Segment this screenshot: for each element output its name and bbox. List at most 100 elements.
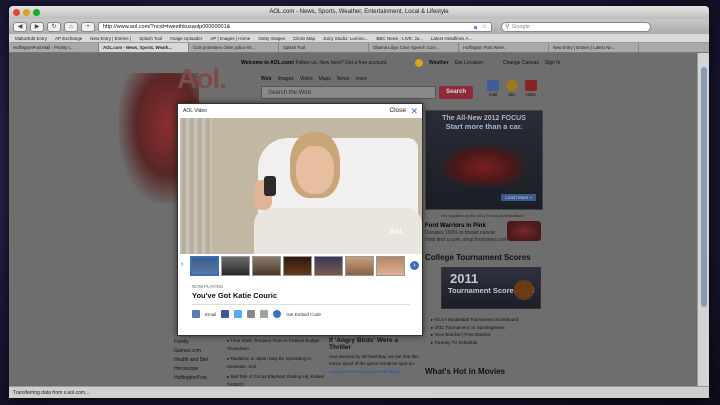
college-link[interactable]: ▸ View Bracket | Print Bracket [431,331,518,339]
browser-search-placeholder: Google [512,23,530,30]
embed-icon[interactable] [273,310,282,318]
weather-label: Weather [429,60,449,66]
change-canvas-link[interactable]: Change Canvas [503,60,539,66]
tab-bar: HuffingtonPost Mail - Priority I... AOL.c… [9,43,709,53]
bookmark-item[interactable]: AP | Images | Home [210,36,250,41]
left-nav-item[interactable]: Horoscope [174,365,208,374]
search-tab[interactable]: Images [277,76,293,82]
browser-tab[interactable]: Huffington Post Wires [459,43,549,52]
close-icon[interactable]: ✕ [410,104,418,118]
bookmark-item[interactable]: AP Exchange [55,36,82,41]
vertical-scrollbar[interactable] [697,53,709,386]
email-link[interactable]: Email [205,312,216,317]
bookmark-item[interactable]: Latest Headlines A... [431,36,472,41]
warriors-promo[interactable]: Ford Warriors in Pink Donates 100% to br… [425,223,507,244]
prev-arrow-icon[interactable]: ‹ [181,259,184,268]
minimize-window-button[interactable] [23,9,30,16]
address-text: http://www.aol.com/?ncid=tweethkusaolp00… [103,23,231,30]
twitter-icon[interactable] [234,310,243,318]
facebook-icon[interactable] [221,310,230,318]
news-item[interactable]: ▸ Bail Tale of Circus Elephant Getting H… [227,373,327,386]
browser-window: AOL.com - News, Sports, Weather, Enterta… [9,6,709,398]
movies-heading[interactable]: What's Hot in Movies [425,367,505,376]
browser-tab[interactable]: Obama Libya Case Speech Com... [369,43,459,52]
search-tab[interactable]: News [337,76,350,82]
left-nav-item[interactable]: Family [174,338,208,347]
reader-icon[interactable]: ☆ [482,23,487,32]
bookmark-item[interactable]: New Entry | Entries | [90,36,131,41]
video-thumbnail[interactable] [345,256,374,276]
browser-tab[interactable]: Splash Tool [279,43,369,52]
college-link[interactable]: ▸ Tourney TV Schedule [431,339,518,347]
video-thumbnail[interactable] [376,256,405,276]
bookmark-item[interactable]: Clicks Map [293,36,315,41]
news-item[interactable]: ▸ Time Shell, Tempers Flare in Federal B… [227,337,327,353]
embed-link[interactable]: Get Embed Code [286,312,321,317]
browser-tab[interactable]: Cuts protesters claim police hit... [189,43,279,52]
browser-tab[interactable]: AOL.com - News, Sports, Weath... [99,43,189,52]
bookmark-item[interactable]: Juicy Studio: Lumino... [323,36,368,41]
back-button[interactable]: ◀ [13,21,27,32]
add-bookmark-button[interactable]: + [81,21,95,32]
video-thumbnail[interactable] [283,256,312,276]
digg-icon[interactable] [247,310,256,318]
ad-footnote[interactable]: Get Updates on the 2012 Focus | AdFeedba… [441,213,523,218]
browser-search-field[interactable]: ⚲ Google [501,21,651,32]
aim-link[interactable]: aim [506,80,518,97]
search-tab[interactable]: Maps [319,76,331,82]
college-heading[interactable]: College Tournament Scores [425,253,531,262]
close-link[interactable]: Close [389,104,406,118]
bookmark-item[interactable]: BBC News - LIVE: Ja... [376,36,423,41]
zoom-window-button[interactable] [33,9,40,16]
forward-button[interactable]: ▶ [30,21,44,32]
rss-icon[interactable]: ◙ [474,24,477,33]
college-link[interactable]: ▸ NCAA Basketball Tournament Scoreboard [431,316,518,324]
ford-focus-ad[interactable]: The All-New 2012 FOCUS Start more than a… [425,110,543,210]
follow-link[interactable]: Follow us. [295,60,318,66]
web-search-input[interactable]: Search the Web [261,86,436,99]
college-link[interactable]: ▸ 2011 Tournament on SportingNews [431,324,518,332]
left-nav-item[interactable]: Games.com [174,347,208,356]
browser-tab[interactable]: New Entry | Entries | Latest Ne... [549,43,639,52]
search-tab[interactable]: Video [300,76,313,82]
angry-more-link[interactable]: Anyone who's played it will laugh [329,369,419,376]
bookmark-item[interactable]: Getty Images [258,36,285,41]
bookmark-item[interactable]: Mabo/Edit Entry [15,36,47,41]
close-window-button[interactable] [13,9,20,16]
sign-in-link[interactable]: Sign In [545,60,561,66]
home-button[interactable]: ⌂ [64,21,78,32]
mail-link[interactable]: mail [487,80,499,97]
next-arrow-icon[interactable]: › [410,261,419,270]
warriors-logo [507,221,541,241]
search-tab[interactable]: more [355,76,366,82]
search-tab[interactable]: Web [261,76,271,82]
left-nav-item[interactable]: HuffingtonPost [174,374,208,383]
left-nav-item[interactable]: Health and Diet [174,356,208,365]
mail-label: mail [488,92,498,97]
free-account-link[interactable]: Get a free account. [345,60,388,66]
email-icon[interactable] [192,310,200,318]
bookmark-item[interactable]: Image Uploader [170,36,202,41]
video-thumbnail[interactable] [252,256,281,276]
web-search-button[interactable]: Search [439,86,473,99]
aim-label: aim [508,92,516,97]
video-thumbnail[interactable] [190,256,219,276]
aol-logo[interactable]: Aol. [177,63,227,95]
video-thumbnail[interactable] [314,256,343,276]
address-bar[interactable]: http://www.aol.com/?ncid=tweethkusaolp00… [98,21,492,33]
video-player[interactable]: Aol. [180,118,422,254]
scrollbar-thumb[interactable] [701,67,707,307]
radio-link[interactable]: radio [525,80,537,97]
bookmark-item[interactable]: Splash Tool [139,36,162,41]
scoreboard-banner[interactable]: 2011 Tournament Scoreboard [441,267,541,309]
browser-tab[interactable]: HuffingtonPost Mail - Priority I... [9,43,99,52]
get-location-link[interactable]: Get Location [455,60,483,66]
video-thumbnail[interactable] [221,256,250,276]
angry-title[interactable]: If 'Angry Birds' Were a Thriller [329,337,419,351]
buzz-icon[interactable] [260,310,269,318]
news-item[interactable]: ▸ Radiation in Japan May Be Spreading to… [227,355,327,371]
reload-button[interactable]: ↻ [47,21,61,32]
learn-more-button[interactable]: Learn More » [501,194,536,201]
curtain-image [180,118,212,254]
basketball-icon [514,280,534,300]
